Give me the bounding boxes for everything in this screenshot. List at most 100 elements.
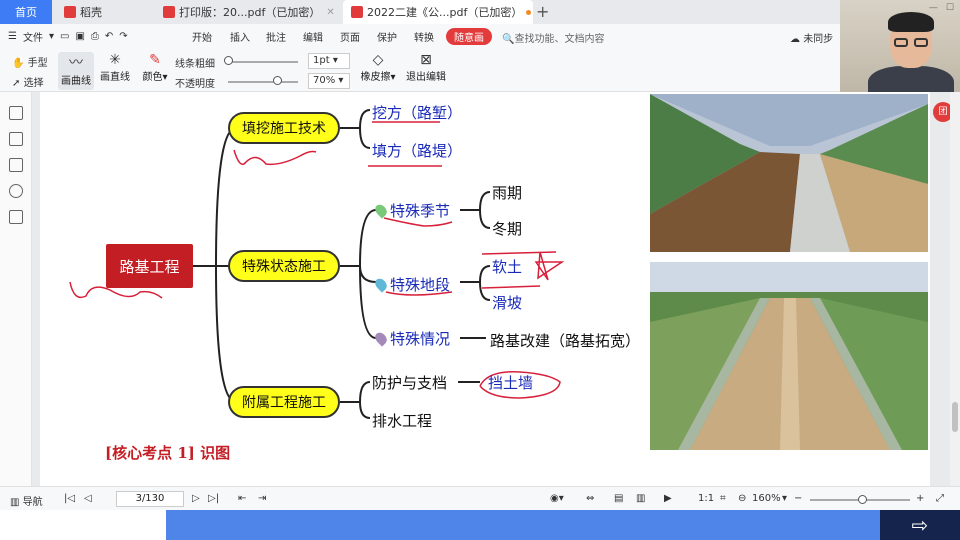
line-icon: ✳ [109,52,121,68]
line-tool-button[interactable]: ✳ 画直线 [98,52,132,90]
print-icon[interactable]: ⎙ [91,31,99,42]
leaf-special-section: 特殊地段 [372,274,450,295]
opacity-select[interactable]: 70% ▾ [308,73,350,89]
single-page-icon[interactable]: ▤ [614,493,623,504]
save-icon[interactable]: ▣ [75,31,84,42]
eraser-button[interactable]: ◇ 橡皮擦▾ [358,52,398,90]
fit-width-icon[interactable]: ⇔ [586,493,594,504]
tab-docer[interactable]: 稻壳 [56,0,146,24]
close-icon[interactable]: ✕ [320,7,334,18]
zoom-slider-knob[interactable] [858,495,867,504]
actual-size-icon[interactable]: 1:1 [698,493,714,504]
tab-home[interactable]: 首页 [0,0,52,24]
presenter-body [868,66,954,95]
play-icon[interactable]: ▶ [664,493,672,504]
tab-current-pdf[interactable]: 2022二建《公...pdf（已加密） [343,0,533,24]
color-label: 颜色 [142,72,163,83]
leaf-fill: 填方（路堤） [372,142,463,160]
open-icon[interactable]: ▭ [60,31,69,42]
exit-icon: ⊠ [420,52,432,68]
presenter-hair [888,12,934,32]
maximize-icon[interactable]: ☐ [946,3,954,13]
menu-insert[interactable]: 插入 [230,29,250,44]
pdf-page: 路基工程 填挖施工技术 特殊状态施工 附属工程施工 挖方（路堑） 填方（路堤） … [40,92,953,486]
hamburger-icon[interactable]: ☰ [8,31,17,42]
opacity-knob[interactable] [273,76,282,85]
line-width-slider[interactable] [228,61,298,63]
unsaved-dot-icon [526,9,532,15]
zoom-value[interactable]: 160% [752,493,781,504]
cloud-icon: ☁ [790,34,800,45]
zoom-dropdown-icon[interactable]: ▾ [782,493,787,504]
zoom-out-icon[interactable]: ⊖ [738,493,746,504]
redo-icon[interactable]: ↷ [119,31,127,42]
tab-bar: 首页 稻壳 打印版：20...pdf（已加密） ✕ 2022二建《公...pdf… [0,0,960,24]
menu-convert[interactable]: 转换 [414,29,434,44]
next-page-icon[interactable]: ▷ [192,493,200,504]
red-badge-label: 团 [938,107,948,117]
exit-label: 退出编辑 [406,72,446,83]
menu-start[interactable]: 开始 [192,29,212,44]
minimize-icon[interactable]: — [929,3,938,13]
zoom-plus-icon[interactable]: + [916,493,924,504]
left-sidebar [0,92,32,486]
next-arrow-button[interactable]: ⇨ [880,510,960,540]
attachment-icon[interactable] [9,184,23,198]
node-special-state-label: 特殊状态施工 [242,259,326,275]
new-tab-button[interactable]: + [536,2,549,21]
node-auxiliary[interactable]: 附属工程施工 [228,386,340,418]
tab-print-pdf[interactable]: 打印版：20...pdf（已加密） ✕ [155,0,341,24]
menu-page[interactable]: 页面 [340,29,360,44]
signature-icon[interactable] [9,210,23,224]
first-page-icon[interactable]: |◁ [64,493,75,504]
exit-edit-button[interactable]: ⊠ 退出编辑 [404,52,448,90]
color-button[interactable]: ✎ 颜色▾ [140,52,170,90]
map-pin-icon [372,202,390,219]
node-fill-cut[interactable]: 填挖施工技术 [228,112,340,144]
vertical-scrollbar[interactable] [950,92,960,486]
line-width-knob[interactable] [224,56,233,65]
fullscreen-icon[interactable]: ⤢ [936,493,944,504]
last-page-icon[interactable]: ▷| [208,493,219,504]
curve-label: 画曲线 [61,76,91,87]
menu-edit[interactable]: 编辑 [303,29,323,44]
nav-toggle[interactable]: ▥ 导航 [10,493,43,508]
menu-annotate[interactable]: 批注 [266,29,286,44]
leaf-winter: 冬期 [492,220,523,238]
menu-file[interactable]: 文件 [23,29,43,44]
menu-freehand[interactable]: 随意画 [446,28,492,45]
comment-icon[interactable] [9,158,23,172]
hand-label: 手型 [27,58,48,69]
photo-aerial-road [650,262,928,450]
search-icon: 🔍 [502,34,515,45]
zoom-minus-icon[interactable]: − [794,493,802,504]
tab-home-label: 首页 [15,6,37,19]
undo-icon[interactable]: ↶ [105,31,113,42]
thumbnail-icon[interactable] [9,132,23,146]
line-width-select[interactable]: 1pt ▾ [308,53,350,69]
page-number-input[interactable]: 3/130 [116,491,184,507]
double-page-icon[interactable]: ▥ [636,493,645,504]
eye-icon[interactable]: ◉▾ [550,493,564,504]
sync-status[interactable]: ☁ 未同步 [790,30,833,45]
leaf-protection: 防护与支档 [372,374,448,392]
mindmap-root[interactable]: 路基工程 [106,244,193,288]
aerial-road-image [650,262,928,450]
hand-tool[interactable]: ✋ 手型 [12,54,48,69]
status-bar: ▥ 导航 |◁ ◁ 3/130 ▷ ▷| ⇤ ⇥ ◉▾ ⇔ ▤ ▥ ▶ 1:1 … [0,486,960,510]
pdf-icon [163,6,175,18]
prev-page-icon[interactable]: ◁ [84,493,92,504]
bookmark-icon[interactable] [9,106,23,120]
select-tool[interactable]: ➚ 选择 [12,74,44,89]
scrollbar-thumb[interactable] [952,402,958,432]
back-icon[interactable]: ⇤ [238,493,246,504]
opacity-slider[interactable] [228,81,298,83]
node-special-state[interactable]: 特殊状态施工 [228,250,340,282]
search-box[interactable]: 🔍查找功能、文档内容 [502,30,604,45]
menu-protect[interactable]: 保护 [377,29,397,44]
curve-tool-button[interactable]: 〰 画曲线 [58,52,94,90]
node-fill-cut-label: 填挖施工技术 [242,121,326,137]
crop-icon[interactable]: ⌗ [720,493,726,504]
map-pin-icon [372,276,390,293]
forward-icon[interactable]: ⇥ [258,493,266,504]
